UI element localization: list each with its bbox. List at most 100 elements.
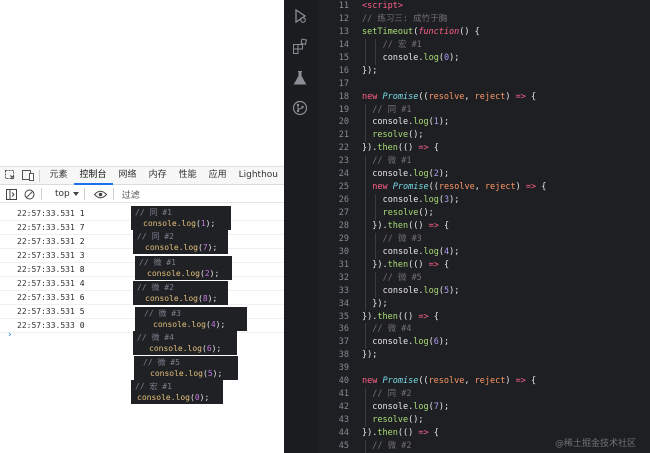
activity-bar <box>284 0 317 453</box>
code-token: { <box>525 91 537 102</box>
tab-elements[interactable]: 元素 <box>44 166 74 185</box>
indent-guide <box>365 414 366 427</box>
code-line: console.log(0); <box>362 51 650 65</box>
snippet-comment: // 宏 #1 <box>135 382 172 391</box>
code-token: , <box>464 376 475 387</box>
code-token: // 同 #1 <box>372 104 412 115</box>
code-token: }). <box>362 311 378 322</box>
code-token: setTimeout <box>362 26 414 37</box>
context-selector[interactable]: top <box>55 189 79 199</box>
filter-input[interactable]: 过滤 <box>122 188 140 201</box>
indent-guide <box>375 207 377 220</box>
indent-guide <box>375 38 377 52</box>
code-line: }); <box>362 349 650 362</box>
code-token: ); <box>438 169 450 180</box>
line-number: 39 <box>338 363 349 374</box>
code-token: { <box>428 311 439 322</box>
code-token: resolve <box>428 91 465 102</box>
code-token: ) <box>515 182 526 193</box>
code-token: new <box>372 182 393 193</box>
code-token: ); <box>449 195 460 206</box>
indent-guide <box>365 439 366 453</box>
code-line: new Promise((resolve, reject) => { <box>362 181 650 195</box>
indent-guide <box>365 284 366 298</box>
tab-network[interactable]: 网络 <box>113 166 143 185</box>
code-token: new <box>362 91 383 102</box>
console-value: 1 <box>79 209 85 218</box>
line-number: 40 <box>338 376 349 387</box>
code-line: console.log(7); <box>362 401 650 414</box>
tab-performance[interactable]: 性能 <box>173 166 203 185</box>
snippet-comment: // 微 #5 <box>143 358 180 367</box>
code-token: (); <box>408 130 424 141</box>
indent-guide <box>365 155 366 169</box>
line-number: 12 <box>338 13 349 24</box>
line-number: 37 <box>338 337 349 348</box>
line-number: 32 <box>338 272 349 283</box>
clear-console-icon[interactable] <box>22 187 36 201</box>
code-snippet: // 宏 #1 console.log(0); <box>131 380 223 404</box>
context-label: top <box>55 189 70 199</box>
code-snippet: // 微 #1 console.log(2); <box>135 256 232 280</box>
code-line: }).then(() => { <box>362 219 650 233</box>
extensions-icon[interactable] <box>290 36 310 56</box>
code-token: (( <box>428 182 439 193</box>
device-toggle-icon[interactable] <box>21 169 35 183</box>
indent-guide <box>365 297 366 311</box>
code-line: setTimeout(function() { <box>362 26 650 39</box>
indent-guide <box>375 271 377 285</box>
flask-icon[interactable] <box>290 68 310 88</box>
tab-lighthouse[interactable]: Lighthou <box>233 166 284 185</box>
snippet-fn: console.log <box>143 219 196 228</box>
code-token: (() <box>397 311 419 322</box>
inspect-element-icon[interactable] <box>4 169 17 183</box>
snippet-comment: // 同 #1 <box>135 208 172 217</box>
code-token: , <box>474 182 485 193</box>
sidebar-toggle-icon[interactable] <box>4 187 18 201</box>
devtools-tab-bar: 元素 控制台 网络 内存 性能 应用 Lighthou <box>0 166 284 185</box>
indent-guide <box>365 51 366 65</box>
code-area[interactable]: <script> // 练习三: 成竹于胸 setTimeout(function(… <box>362 0 650 453</box>
line-number: 45 <box>338 440 349 451</box>
code-line: resolve(); <box>362 129 650 143</box>
snippet-fn: console.log <box>147 269 200 278</box>
indent-guide <box>375 232 377 246</box>
line-number: 19 <box>338 104 349 115</box>
line-number: 13 <box>338 26 349 37</box>
tab-memory[interactable]: 内存 <box>143 166 173 185</box>
line-number: 44 <box>338 427 349 438</box>
indent-guide <box>365 181 366 195</box>
tab-console[interactable]: 控制台 <box>73 166 113 185</box>
tab-application[interactable]: 应用 <box>203 166 233 185</box>
indent-guide <box>365 401 366 414</box>
code-token: }); <box>362 350 378 361</box>
console-timestamp: 22:57:33.531 <box>17 223 75 232</box>
code-token: then <box>387 220 409 231</box>
indent-guide <box>365 129 366 143</box>
code-token: log <box>423 52 439 63</box>
code-token: console. <box>372 169 414 180</box>
snippet-code: console.log(4); <box>153 320 226 329</box>
code-line: }).then(() => { <box>362 142 650 155</box>
git-graph-icon[interactable] <box>290 98 310 118</box>
code-token: , <box>464 91 475 102</box>
code-line: // 微 #1 <box>362 155 650 169</box>
code-token: { <box>525 376 537 387</box>
indent-guide <box>375 284 377 298</box>
indent-guide <box>365 194 366 207</box>
code-snippet: // 微 #5 console.log(5); <box>134 356 238 380</box>
line-number: 35 <box>338 311 349 322</box>
code-token: console. <box>372 117 414 128</box>
console-prompt[interactable]: › <box>8 330 12 340</box>
line-number: 34 <box>338 298 349 309</box>
indent-guide <box>375 194 377 207</box>
debug-icon[interactable] <box>290 6 310 26</box>
code-token: log <box>413 169 429 180</box>
line-number: 15 <box>338 52 349 63</box>
eye-icon[interactable] <box>94 187 108 201</box>
code-line: resolve(); <box>362 207 650 220</box>
code-token: => <box>428 220 439 231</box>
indent-guide <box>375 51 377 65</box>
code-line: // 微 #3 <box>362 232 650 246</box>
